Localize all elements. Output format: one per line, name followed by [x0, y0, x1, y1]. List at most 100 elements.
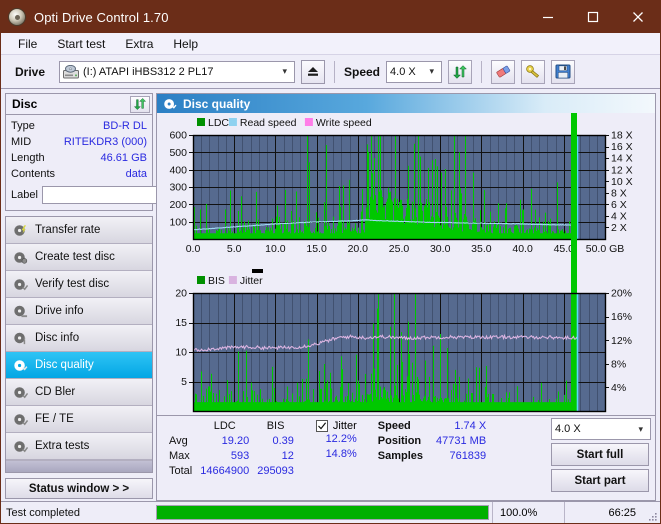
menu-item-help[interactable]: Help — [164, 35, 207, 53]
disc-create-icon — [13, 250, 28, 265]
svg-text:16 X: 16 X — [611, 141, 633, 153]
drive-toolbar: Drive (I:) ATAPI iHBS312 2 PL17 ▾ Speed … — [1, 55, 660, 89]
sidebar-nav-filler — [6, 460, 152, 472]
sidebar-item-drive-info[interactable]: Drive info — [6, 298, 152, 325]
sidebar-item-label: Verify test disc — [35, 278, 110, 290]
chevron-down-icon: ▾ — [638, 423, 643, 434]
svg-text:15.0: 15.0 — [306, 243, 327, 255]
svg-text:20: 20 — [175, 288, 187, 300]
svg-text:10 X: 10 X — [611, 176, 633, 188]
svg-text:5.0: 5.0 — [227, 243, 242, 255]
window-title: Opti Drive Control 1.70 — [34, 9, 169, 25]
disc-panel-header: Disc — [6, 94, 152, 115]
samples-stat-label: Samples — [377, 449, 424, 462]
sidebar-item-disc-quality[interactable]: Disc quality — [6, 352, 152, 379]
progress-fill — [157, 506, 488, 519]
sidebar-item-label: Disc quality — [35, 359, 94, 371]
svg-text:16%: 16% — [611, 311, 632, 323]
disc-row-mid-value: RITEKDR3 (000) — [63, 136, 147, 148]
sidebar-item-label: Drive info — [35, 305, 84, 317]
svg-text:4%: 4% — [611, 382, 626, 394]
progress-bar — [156, 505, 489, 520]
svg-text:10.0: 10.0 — [265, 243, 286, 255]
sidebar-item-verify-test-disc[interactable]: Verify test disc — [6, 271, 152, 298]
sidebar-item-fe-te[interactable]: FE / TE — [6, 406, 152, 433]
disc-row-type-value: BD-R DL — [102, 120, 147, 132]
erase-button[interactable] — [491, 59, 516, 84]
sidebar-item-cd-bler[interactable]: CD Bler — [6, 379, 152, 406]
toolbar-separator-1 — [334, 60, 335, 83]
svg-text:40.0: 40.0 — [512, 243, 533, 255]
jitter-label: Jitter — [332, 419, 357, 432]
menu-item-extra[interactable]: Extra — [116, 35, 162, 53]
position-stat-label: Position — [377, 434, 422, 447]
sidebar-item-label: CD Bler — [35, 386, 76, 398]
disc-panel-title: Disc — [12, 97, 38, 111]
svg-text:20%: 20% — [611, 288, 632, 300]
svg-text:35.0: 35.0 — [471, 243, 492, 255]
col-header-ldc: LDC — [213, 419, 236, 432]
chevron-down-icon: ▾ — [429, 66, 435, 76]
svg-text:200: 200 — [169, 199, 187, 211]
sidebar-item-label: Disc info — [35, 332, 80, 344]
eject-button[interactable] — [301, 59, 325, 84]
disc-row-length-label: Length — [11, 152, 45, 164]
refresh-button[interactable] — [448, 59, 473, 84]
sidebar-item-transfer-rate[interactable]: Transfer rate — [6, 217, 152, 244]
svg-text:300: 300 — [169, 182, 187, 194]
disc-row-length: Length 46.61 GB — [11, 150, 147, 166]
bookmark-button[interactable] — [521, 59, 546, 84]
start-part-button[interactable]: Start part — [551, 469, 649, 492]
elapsed-time-label: 66:25 — [564, 501, 646, 523]
charts-container: LDC Read speed Write speed 100 200 300 400 500 6… — [157, 113, 655, 415]
main-body: Disc Type BD-R DL MID RITEKDR3 (000) Len… — [1, 89, 660, 501]
right-pane: Disc quality LDC Read speed Write speed 100… — [156, 89, 660, 501]
svg-text:400: 400 — [169, 164, 187, 176]
title-bar: Opti Drive Control 1.70 — [1, 1, 660, 33]
status-window-button[interactable]: Status window > > — [5, 478, 153, 499]
sidebar-item-extra-tests[interactable]: Extra tests — [6, 433, 152, 460]
start-full-button[interactable]: Start full — [551, 443, 649, 466]
close-icon[interactable] — [615, 1, 660, 33]
row-label-max: Max — [169, 449, 190, 462]
svg-text:BIS: BIS — [208, 275, 225, 287]
disc-extra-icon — [13, 439, 29, 454]
disc-row-length-value: 46.61 GB — [100, 152, 147, 164]
avg-bis: 0.39 — [272, 434, 294, 447]
disc-label-row: Label — [11, 185, 246, 205]
minimize-icon[interactable] — [525, 1, 570, 33]
row-label-total: Total — [169, 464, 193, 477]
svg-text:Jitter: Jitter — [240, 275, 263, 287]
drive-select[interactable]: (I:) ATAPI iHBS312 2 PL17 ▾ — [59, 60, 295, 83]
table-row: Max 593 12 — [165, 448, 298, 463]
test-actions: 4.0 X ▾ Start full Start part — [551, 418, 651, 492]
speed-stat-label: Speed — [377, 419, 411, 432]
test-speed-select[interactable]: 4.0 X ▾ — [551, 418, 651, 440]
menu-item-start-test[interactable]: Start test — [48, 35, 114, 53]
resize-grip[interactable] — [646, 502, 660, 524]
samples-stat-value: 761839 — [449, 449, 487, 462]
menu-item-file[interactable]: File — [9, 35, 46, 53]
speed-label: Speed — [344, 64, 381, 79]
table-header-row: LDC BIS — [165, 418, 298, 433]
speed-select[interactable]: 4.0 X ▾ — [386, 60, 443, 83]
sidebar-item-disc-info[interactable]: Disc info — [6, 325, 152, 352]
disc-refresh-button[interactable] — [130, 95, 150, 113]
disc-quality-icon — [163, 97, 177, 111]
svg-text:Read speed: Read speed — [240, 117, 297, 129]
stat-row-samples: Samples 761839 — [375, 448, 489, 463]
jitter-checkbox[interactable] — [315, 419, 328, 432]
total-ldc: 14664900 — [200, 464, 250, 477]
jitter-column: Jitter 12.2% 14.8% — [315, 418, 357, 478]
col-header-bis: BIS — [266, 419, 285, 432]
save-button[interactable] — [551, 59, 576, 84]
svg-text:25.0: 25.0 — [389, 243, 410, 255]
sidebar-item-create-test-disc[interactable]: Create test disc — [6, 244, 152, 271]
svg-text:6 X: 6 X — [611, 199, 627, 211]
svg-text:Write speed: Write speed — [316, 117, 372, 129]
disc-drive-icon — [13, 304, 28, 319]
disc-info-rows: Type BD-R DL MID RITEKDR3 (000) Length 4… — [6, 115, 246, 210]
test-speed-value: 4.0 X — [555, 423, 581, 435]
maximize-icon[interactable] — [570, 1, 615, 33]
position-stat-value: 47731 MB — [436, 434, 487, 447]
